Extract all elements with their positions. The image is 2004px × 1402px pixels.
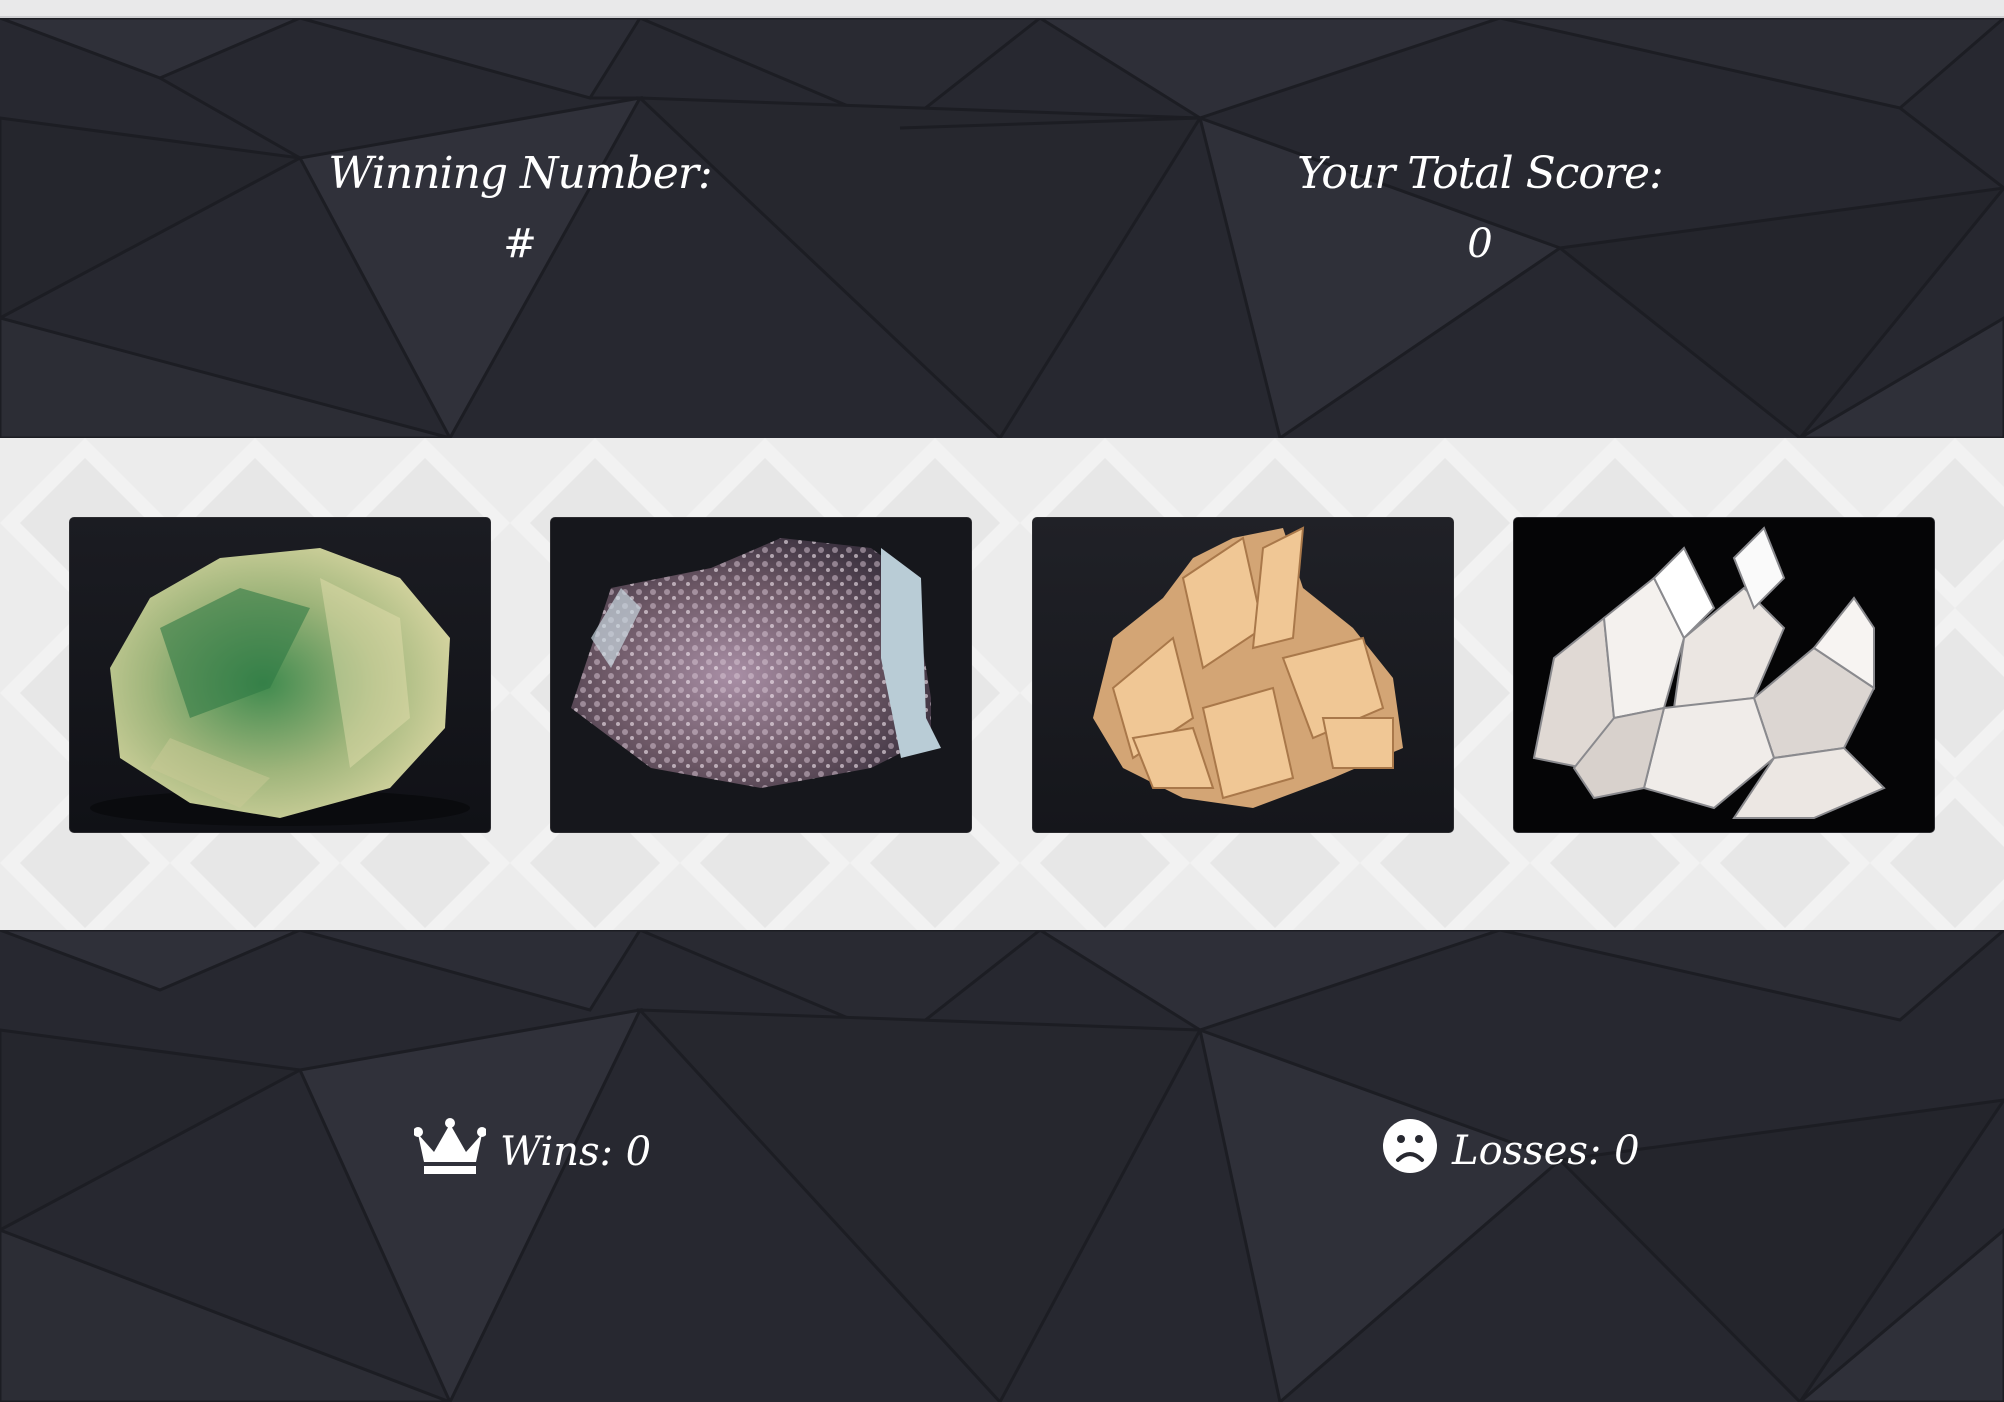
top-strip [0, 0, 2004, 18]
total-score-block: Your Total Score: 0 [1260, 148, 1700, 267]
clear-quartz-crystal[interactable] [1514, 518, 1934, 832]
wins-counter: Wins: 0 [413, 1118, 652, 1186]
losses-counter: Losses: 0 [1382, 1118, 1640, 1184]
losses-text: Losses: 0 [1452, 1128, 1640, 1174]
green-fluorite-crystal[interactable] [70, 518, 490, 832]
amethyst-geode-crystal[interactable] [551, 518, 971, 832]
scoreboard-panel: Winning Number: # Your Total Score: 0 [0, 18, 2004, 438]
crown-icon [413, 1118, 487, 1186]
total-score-value: 0 [1467, 221, 1493, 267]
orange-crystal-icon [1033, 518, 1453, 832]
winning-number-label: Winning Number: [328, 148, 712, 199]
sad-face-icon [1382, 1118, 1438, 1184]
desert-rose-crystal[interactable] [1033, 518, 1453, 832]
wins-text: Wins: 0 [500, 1129, 652, 1175]
total-score-label: Your Total Score: [1297, 148, 1664, 199]
geometric-background [0, 930, 2004, 1402]
winning-number-value: # [503, 221, 537, 267]
green-crystal-icon [70, 518, 490, 832]
crystal-collector-game: Winning Number: # Your Total Score: 0 Wi… [0, 0, 2004, 1402]
stats-panel: Wins: 0 Losses: 0 [0, 930, 2004, 1402]
winning-number-block: Winning Number: # [300, 148, 740, 267]
purple-crystal-icon [551, 518, 971, 832]
clear-crystal-icon [1514, 518, 1934, 832]
